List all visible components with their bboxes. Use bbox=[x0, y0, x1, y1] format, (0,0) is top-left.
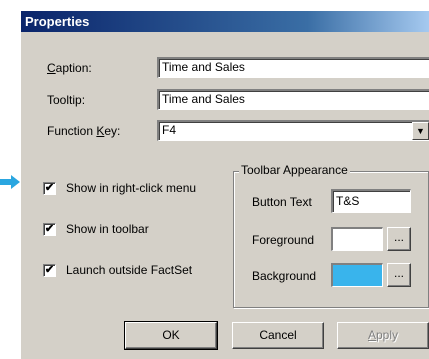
tooltip-input[interactable]: Time and Sales bbox=[157, 89, 429, 110]
show-in-toolbar-checkbox[interactable]: ✔ bbox=[43, 223, 56, 236]
foreground-color-swatch[interactable] bbox=[331, 227, 383, 251]
properties-dialog: Properties Caption: Time and Sales Toolt… bbox=[20, 10, 429, 359]
launch-outside-label: Launch outside FactSet bbox=[66, 263, 193, 277]
background-picker-button[interactable]: ... bbox=[387, 263, 411, 287]
toolbar-appearance-title: Toolbar Appearance bbox=[239, 163, 350, 177]
foreground-picker-button[interactable]: ... bbox=[387, 227, 411, 251]
background-color-swatch[interactable] bbox=[331, 263, 383, 287]
launch-outside-checkbox[interactable]: ✔ bbox=[43, 264, 56, 277]
function-key-select[interactable]: F4 ▼ bbox=[157, 120, 429, 141]
ok-button[interactable]: OK bbox=[124, 321, 218, 350]
show-in-toolbar-label: Show in toolbar bbox=[66, 222, 149, 236]
button-text-input[interactable]: T&S bbox=[331, 189, 411, 213]
foreground-label: Foreground bbox=[252, 233, 315, 247]
show-right-click-checkbox[interactable]: ✔ bbox=[43, 182, 56, 195]
background-label: Background bbox=[252, 269, 317, 283]
button-text-label: Button Text bbox=[252, 195, 312, 209]
show-right-click-label: Show in right-click menu bbox=[66, 181, 197, 195]
pointer-arrow-icon bbox=[0, 175, 20, 189]
caption-input[interactable]: Time and Sales bbox=[157, 57, 429, 78]
caption-label: Caption: bbox=[47, 61, 92, 75]
dialog-title: Properties bbox=[21, 11, 429, 32]
function-key-value: F4 bbox=[162, 123, 177, 137]
cancel-button[interactable]: Cancel bbox=[232, 322, 324, 349]
function-key-label: Function Key: bbox=[47, 124, 121, 138]
chevron-down-icon[interactable]: ▼ bbox=[412, 122, 429, 140]
apply-button[interactable]: Apply bbox=[337, 322, 429, 349]
tooltip-label: Tooltip: bbox=[47, 93, 86, 107]
